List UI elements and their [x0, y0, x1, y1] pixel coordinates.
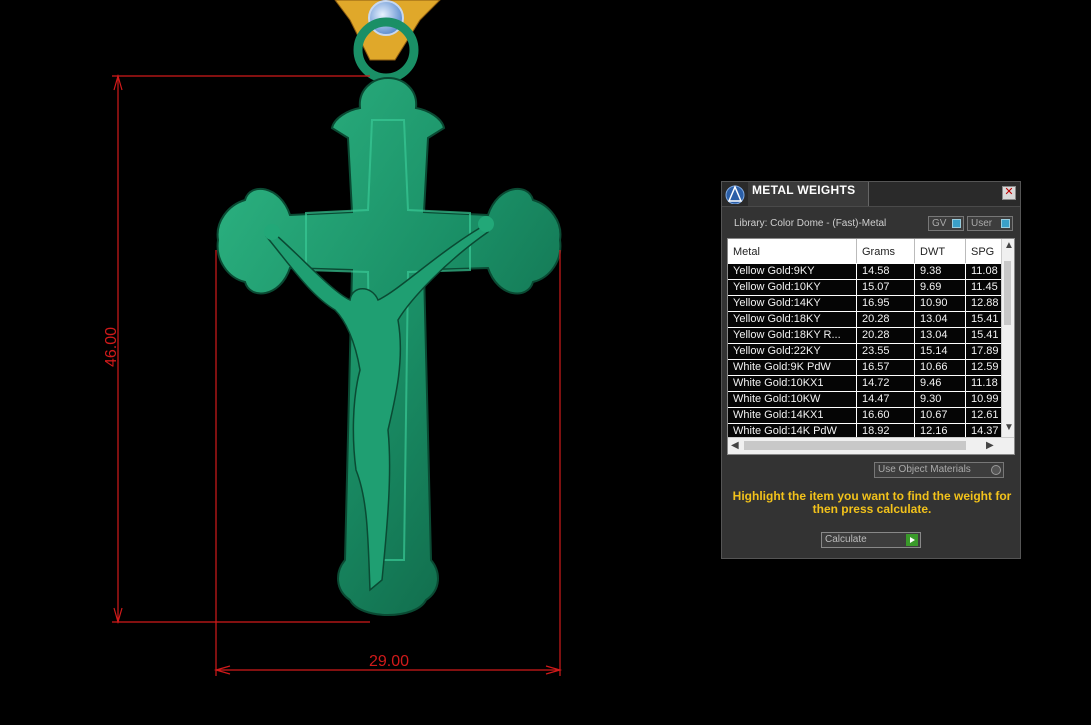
grams-cell: 15.07 [857, 280, 915, 295]
calculate-label: Calculate [825, 534, 867, 545]
use-object-materials-label: Use Object Materials [878, 464, 971, 475]
dwt-cell: 9.46 [915, 376, 966, 391]
grams-cell: 16.95 [857, 296, 915, 311]
metal-weights-table[interactable]: Metal Grams DWT SPG Yellow Gold:9KY 14.58… [727, 238, 1015, 455]
height-dimension-label: 46.00 [103, 326, 120, 367]
radio-knob-icon [991, 465, 1001, 475]
use-object-materials-toggle[interactable]: Use Object Materials [874, 462, 1004, 478]
toggle-knob-icon [952, 219, 961, 228]
dwt-cell: 9.69 [915, 280, 966, 295]
width-dimension-label: 29.00 [368, 653, 410, 670]
gv-toggle[interactable]: GV [928, 216, 964, 231]
dwt-cell: 10.66 [915, 360, 966, 375]
scroll-down-icon[interactable]: ▼ [1004, 423, 1014, 433]
table-header: Metal Grams DWT SPG [728, 239, 1004, 263]
play-icon [906, 534, 918, 546]
spg-cell: 11.08 [966, 264, 1004, 279]
spg-cell: 10.99 [966, 392, 1004, 407]
spg-cell: 15.41 [966, 328, 1004, 343]
vertical-scrollbar[interactable]: ▲ ▼ [1001, 239, 1014, 439]
metal-cell: White Gold:14KX1 [728, 408, 857, 423]
column-header-metal[interactable]: Metal [728, 239, 857, 263]
horizontal-scrollbar[interactable]: ◀ ▶ [728, 437, 1014, 454]
grams-cell: 14.72 [857, 376, 915, 391]
close-button[interactable]: ✕ [1002, 186, 1016, 200]
table-row[interactable]: White Gold:14KX1 16.60 10.67 12.61 [728, 408, 1004, 424]
dwt-cell: 9.30 [915, 392, 966, 407]
metal-cell: Yellow Gold:18KY [728, 312, 857, 327]
column-header-spg[interactable]: SPG [966, 239, 1004, 263]
bail [334, 0, 441, 83]
spg-cell: 12.61 [966, 408, 1004, 423]
spg-cell: 12.59 [966, 360, 1004, 375]
dwt-cell: 10.67 [915, 408, 966, 423]
table-row[interactable]: White Gold:10KX1 14.72 9.46 11.18 [728, 376, 1004, 392]
user-toggle-label: User [971, 218, 993, 229]
app-logo-icon [725, 185, 745, 204]
scroll-right-icon[interactable]: ▶ [986, 441, 994, 451]
spg-cell: 12.88 [966, 296, 1004, 311]
grams-cell: 20.28 [857, 312, 915, 327]
vertical-scroll-thumb[interactable] [1004, 261, 1011, 325]
grams-cell: 14.47 [857, 392, 915, 407]
metal-cell: White Gold:10KW [728, 392, 857, 407]
gv-toggle-label: GV [932, 218, 947, 229]
grams-cell: 20.28 [857, 328, 915, 343]
toggle-knob-icon [1001, 219, 1010, 228]
metal-cell: White Gold:9K PdW [728, 360, 857, 375]
column-header-grams[interactable]: Grams [857, 239, 915, 263]
metal-cell: Yellow Gold:9KY [728, 264, 857, 279]
column-header-dwt[interactable]: DWT [915, 239, 966, 263]
horizontal-scroll-thumb[interactable] [744, 441, 966, 450]
calculate-button[interactable]: Calculate [821, 532, 921, 548]
dwt-cell: 10.90 [915, 296, 966, 311]
dwt-cell: 13.04 [915, 328, 966, 343]
table-row[interactable]: Yellow Gold:18KY 20.28 13.04 15.41 [728, 312, 1004, 328]
table-row[interactable]: Yellow Gold:22KY 23.55 15.14 17.89 [728, 344, 1004, 360]
grams-cell: 16.60 [857, 408, 915, 423]
table-row[interactable]: Yellow Gold:14KY 16.95 10.90 12.88 [728, 296, 1004, 312]
table-row[interactable]: Yellow Gold:10KY 15.07 9.69 11.45 [728, 280, 1004, 296]
hint-text: Highlight the item you want to find the … [732, 489, 1012, 516]
metal-weights-panel: METAL WEIGHTS ✕ Library: Color Dome - (F… [721, 181, 1021, 559]
grams-cell: 23.55 [857, 344, 915, 359]
user-toggle[interactable]: User [967, 216, 1013, 231]
table-row[interactable]: White Gold:10KW 14.47 9.30 10.99 [728, 392, 1004, 408]
metal-cell: Yellow Gold:18KY R... [728, 328, 857, 343]
metal-cell: White Gold:10KX1 [728, 376, 857, 391]
dwt-cell: 13.04 [915, 312, 966, 327]
dimension-lines [112, 73, 563, 676]
scroll-up-icon[interactable]: ▲ [1004, 241, 1014, 251]
cross-model [216, 76, 562, 616]
panel-title: METAL WEIGHTS [752, 183, 856, 197]
table-row[interactable]: Yellow Gold:18KY R... 20.28 13.04 15.41 [728, 328, 1004, 344]
table-row[interactable]: White Gold:9K PdW 16.57 10.66 12.59 [728, 360, 1004, 376]
spg-cell: 11.18 [966, 376, 1004, 391]
library-label: Library: Color Dome - (Fast)-Metal [734, 218, 887, 229]
metal-cell: Yellow Gold:22KY [728, 344, 857, 359]
metal-cell: Yellow Gold:14KY [728, 296, 857, 311]
metal-cell: Yellow Gold:10KY [728, 280, 857, 295]
scroll-left-icon[interactable]: ◀ [731, 441, 739, 451]
spg-cell: 15.41 [966, 312, 1004, 327]
table-row[interactable]: Yellow Gold:9KY 14.58 9.38 11.08 [728, 264, 1004, 280]
spg-cell: 17.89 [966, 344, 1004, 359]
spg-cell: 11.45 [966, 280, 1004, 295]
table-body: Yellow Gold:9KY 14.58 9.38 11.08 Yellow Gol… [728, 264, 1004, 440]
grams-cell: 14.58 [857, 264, 915, 279]
dwt-cell: 9.38 [915, 264, 966, 279]
panel-titlebar[interactable]: METAL WEIGHTS ✕ [722, 182, 1020, 207]
dwt-cell: 15.14 [915, 344, 966, 359]
grams-cell: 16.57 [857, 360, 915, 375]
